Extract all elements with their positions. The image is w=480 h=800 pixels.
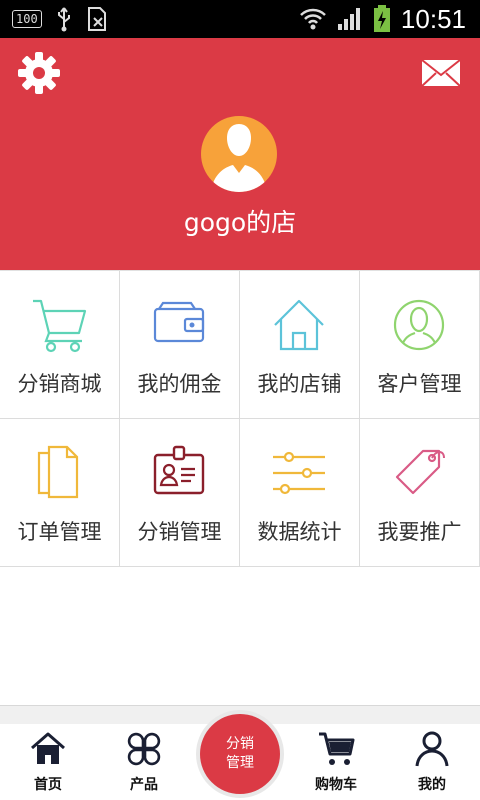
menu-label: 订单管理 [17,520,102,544]
usb-icon [57,7,70,32]
tab-home[interactable]: 首页 [0,724,96,800]
tab-label: 首页 [34,777,62,793]
center-button-label: 分销 管理 [200,714,280,794]
wallet-icon [153,301,205,343]
tab-mine[interactable]: 我的 [384,724,480,800]
menu-label: 分销管理 [137,520,222,544]
menu-label: 分销商城 [17,372,102,396]
menu-item-my-store[interactable]: 我的店铺 [240,271,360,419]
menu-label: 数据统计 [257,520,342,544]
menu-item-promote[interactable]: 我要推广 [360,419,480,567]
menu-item-data-statistics[interactable]: 数据统计 [240,419,360,567]
user-icon [415,731,449,767]
menu-label: 客户管理 [377,372,462,396]
house-icon [274,299,324,351]
menu-item-distribution-management[interactable]: 分销管理 [120,419,240,567]
cart-icon [319,732,355,765]
menu-item-my-commission[interactable]: 我的佣金 [120,271,240,419]
price-tag-icon [395,449,445,495]
user-circle-icon [393,299,445,351]
battery-charging-icon [373,5,390,32]
user-silhouette-icon [211,124,267,192]
clock: 10:51 [400,4,466,34]
tab-label: 我的 [418,777,446,793]
tab-cart[interactable]: 购物车 [288,724,384,800]
tab-label: 购物车 [315,777,357,793]
sim-card-icon [87,7,106,31]
menu-label: 我要推广 [377,520,462,544]
id-badge-icon [153,445,205,495]
envelope-icon[interactable] [420,58,462,88]
products-grid-icon [127,732,161,766]
profile-header: gogo的店 [0,38,480,270]
menu-label: 我的店铺 [257,372,342,396]
menu-label: 我的佣金 [137,372,222,396]
gear-icon[interactable] [17,51,61,95]
distribution-management-center-button[interactable]: 分销 管理 [196,710,284,798]
menu-grid: 分销商城 我的佣金 我的店铺 客户管理 订单管理 分销管理 数据统计 我要推广 [0,270,480,567]
menu-item-customer-management[interactable]: 客户管理 [360,271,480,419]
documents-icon [37,445,79,499]
home-icon [31,732,65,764]
shop-name: gogo的店 [183,208,297,237]
tab-label: 产品 [130,777,158,793]
status-bar: 100 10:51 [0,0,480,38]
wifi-icon [300,8,326,30]
avatar[interactable] [201,116,277,192]
menu-item-order-management[interactable]: 订单管理 [0,419,120,567]
battery-percent-badge: 100 [12,10,42,28]
sliders-icon [273,451,325,495]
menu-item-distribution-mall[interactable]: 分销商城 [0,271,120,419]
signal-icon [337,8,360,30]
shopping-cart-icon [33,299,87,353]
tab-products[interactable]: 产品 [96,724,192,800]
